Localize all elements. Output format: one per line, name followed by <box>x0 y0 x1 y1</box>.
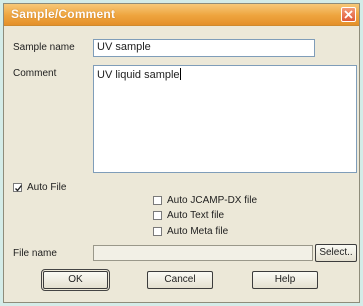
ok-button[interactable]: OK <box>41 269 110 291</box>
file-name-label: File name <box>13 248 57 259</box>
auto-file-label: Auto File <box>27 182 67 193</box>
comment-text: UV liquid sample <box>97 69 180 81</box>
comment-textarea[interactable]: UV liquid sample <box>93 65 357 173</box>
auto-file-check-box[interactable] <box>13 183 23 192</box>
auto-text-checkbox[interactable]: Auto Text file <box>153 210 224 221</box>
text-cursor <box>179 68 181 80</box>
select-button[interactable]: Select.. <box>315 244 357 262</box>
file-name-field[interactable] <box>93 245 313 261</box>
comment-label: Comment <box>13 68 57 79</box>
auto-meta-check-box[interactable] <box>153 227 162 236</box>
title-bar[interactable]: Sample/Comment <box>4 4 359 26</box>
auto-text-check-box[interactable] <box>153 211 162 220</box>
sample-comment-dialog: Sample/Comment Sample name UV sample Com… <box>3 3 360 303</box>
window-title: Sample/Comment <box>11 7 116 21</box>
auto-jcamp-checkbox[interactable]: Auto JCAMP-DX file <box>153 195 257 206</box>
auto-text-label: Auto Text file <box>167 210 225 221</box>
auto-meta-checkbox[interactable]: Auto Meta file <box>153 226 228 237</box>
close-button[interactable] <box>341 7 356 22</box>
sample-name-input[interactable]: UV sample <box>93 39 315 57</box>
auto-jcamp-label: Auto JCAMP-DX file <box>167 195 258 206</box>
auto-meta-label: Auto Meta file <box>167 226 229 237</box>
auto-jcamp-check-box[interactable] <box>153 196 162 205</box>
help-button[interactable]: Help <box>252 271 318 289</box>
checkmark-icon <box>15 185 23 192</box>
auto-file-checkbox[interactable]: Auto File <box>13 182 66 193</box>
close-icon <box>344 10 353 19</box>
sample-name-label: Sample name <box>13 42 75 53</box>
cancel-button[interactable]: Cancel <box>147 271 213 289</box>
